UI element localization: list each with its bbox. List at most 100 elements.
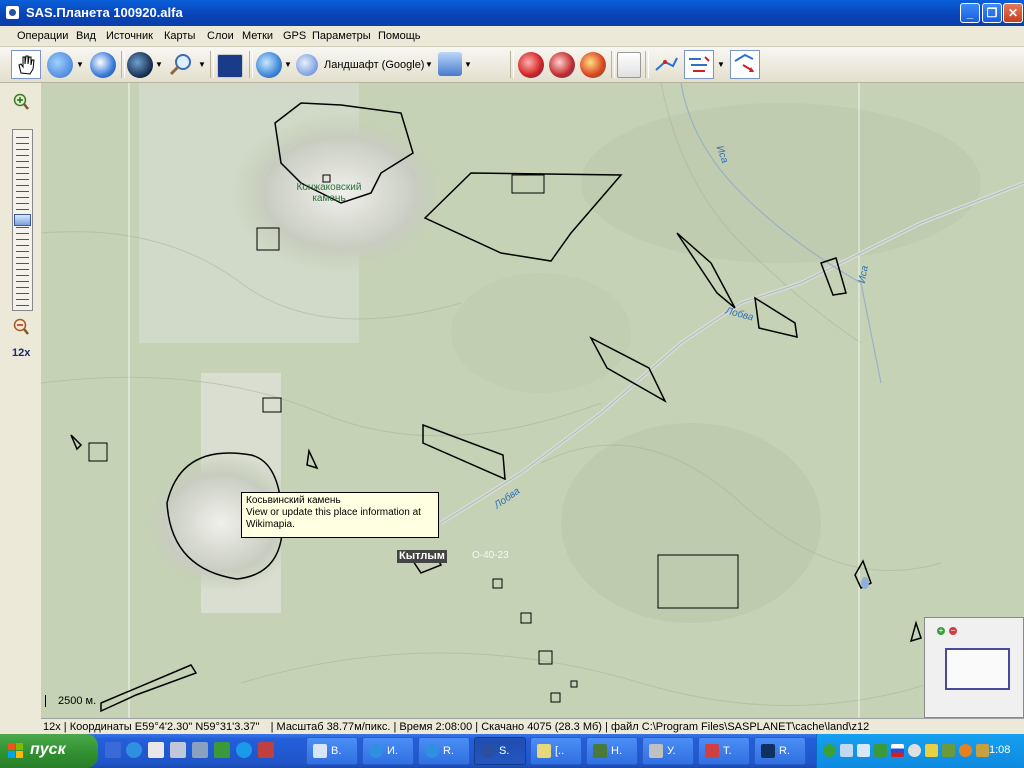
menu-gps[interactable]: GPS	[283, 30, 306, 42]
map-view[interactable]: Конжаковский камень Иса Иса Лобва Лобва …	[41, 83, 1024, 718]
mini-map[interactable]: + −	[924, 617, 1024, 718]
tooltip-line: View or update this place information at	[246, 507, 421, 518]
ie-icon	[425, 744, 439, 758]
map-type-selector[interactable]: Ландшафт (Google)	[324, 59, 424, 71]
chevron-down-icon[interactable]: ▼	[464, 60, 472, 69]
zoom-tool-button[interactable]	[168, 52, 194, 78]
zoom-in-icon[interactable]	[12, 93, 30, 111]
start-button[interactable]: пуск	[0, 734, 98, 768]
quicklaunch-media-icon[interactable]	[258, 742, 274, 758]
quicklaunch-skype-icon[interactable]	[236, 742, 252, 758]
taskbar-item[interactable]: Т.	[698, 737, 750, 765]
quicklaunch-ie-icon[interactable]	[126, 742, 142, 758]
tray-app-icon[interactable]	[942, 744, 955, 757]
map-label-city[interactable]: Кытлым	[397, 550, 447, 563]
route-icon	[689, 56, 710, 72]
status-coords: Координаты E59°4'2.30" N59°31'3.37"	[69, 721, 260, 733]
chevron-down-icon[interactable]: ▼	[425, 60, 433, 69]
map-type-icon	[296, 54, 318, 76]
tray-orange-icon[interactable]	[959, 744, 972, 757]
menu-view[interactable]: Вид	[76, 30, 96, 42]
maximize-button[interactable]: ❐	[982, 3, 1002, 23]
taskbar-item[interactable]: [..	[530, 737, 582, 765]
zoom-panel: 12x	[0, 83, 42, 718]
chevron-down-icon[interactable]: ▼	[717, 60, 725, 69]
menu-maps[interactable]: Карты	[164, 30, 195, 42]
layer-button[interactable]	[127, 52, 153, 78]
menu-operations[interactable]: Операции	[17, 30, 68, 42]
select-area-button[interactable]	[730, 50, 760, 79]
overlay-button[interactable]	[438, 52, 462, 76]
app-icon[interactable]	[6, 6, 19, 19]
taskbar-item[interactable]: R.	[418, 737, 470, 765]
toolbar-separator	[510, 51, 514, 78]
tray-display-icon[interactable]	[857, 744, 870, 757]
title-bar: SAS.Планета 100920.alfa _ ❐ ✕	[0, 0, 1024, 26]
map-grid-label: O-40-23	[472, 550, 509, 561]
minimap-zoom-out-icon[interactable]: −	[949, 627, 957, 635]
taskbar-item-active[interactable]: S.	[474, 737, 526, 765]
taskbar: пуск В. И. R. S. [.. Н. У. Т. R. 1:08	[0, 734, 1024, 768]
mark-point-button[interactable]	[518, 52, 544, 78]
tray-language-icon[interactable]	[891, 744, 904, 757]
chevron-down-icon[interactable]: ▼	[198, 60, 206, 69]
quicklaunch-network-icon[interactable]	[192, 742, 208, 758]
map-source-button[interactable]	[256, 52, 282, 78]
tray-app-icon[interactable]	[976, 744, 989, 757]
close-button[interactable]: ✕	[1003, 3, 1023, 23]
tray-p-icon[interactable]	[874, 744, 887, 757]
route-button[interactable]	[684, 50, 714, 79]
tray-bulb-icon[interactable]	[925, 744, 938, 757]
mark-line-button[interactable]	[549, 52, 575, 78]
taskbar-item[interactable]: Н.	[586, 737, 638, 765]
chevron-down-icon[interactable]: ▼	[76, 60, 84, 69]
tray-network-icon[interactable]	[840, 744, 853, 757]
status-file: файл C:\Program Files\SASPLANET\cache\la…	[610, 721, 870, 733]
tray-check-icon[interactable]	[823, 744, 836, 757]
pan-tool-button[interactable]	[11, 50, 41, 79]
scale-label: 2500 м.	[58, 695, 97, 707]
windows-flag-icon	[8, 743, 23, 758]
wikimapia-tooltip: Косьвинский камень View or update this p…	[241, 492, 439, 538]
menu-layers[interactable]: Слои	[207, 30, 234, 42]
taskbar-item[interactable]: И.	[362, 737, 414, 765]
toolbar-separator	[249, 51, 253, 78]
quicklaunch-p-icon[interactable]	[214, 742, 230, 758]
gps-button[interactable]	[47, 52, 73, 78]
mark-polygon-button[interactable]	[580, 52, 606, 78]
menu-help[interactable]: Помощь	[378, 30, 421, 42]
status-time: Время 2:08:00	[399, 721, 473, 733]
quicklaunch-monitor-icon[interactable]	[170, 742, 186, 758]
fullscreen-button[interactable]	[217, 54, 243, 78]
zoom-slider-thumb[interactable]	[14, 214, 31, 226]
menu-settings[interactable]: Параметры	[312, 30, 371, 42]
chevron-down-icon[interactable]: ▼	[155, 60, 163, 69]
status-downloaded: Скачано 4075 (28.3 Мб)	[481, 721, 602, 733]
taskbar-item[interactable]: У.	[642, 737, 694, 765]
tray-volume-icon[interactable]	[908, 744, 921, 757]
map-label-konzhakovsky[interactable]: Конжаковский камень	[289, 182, 369, 204]
minimap-zoom-in-icon[interactable]: +	[937, 627, 945, 635]
taskbar-item[interactable]: В.	[306, 737, 358, 765]
zoom-out-icon[interactable]	[12, 318, 30, 336]
app-icon	[705, 744, 719, 758]
minimize-button[interactable]: _	[960, 3, 980, 23]
minimap-viewport[interactable]	[945, 648, 1010, 690]
globe-button[interactable]	[90, 52, 116, 78]
quicklaunch-desktop-icon[interactable]	[105, 742, 121, 758]
zoom-slider[interactable]	[12, 129, 33, 311]
quicklaunch-explorer-icon[interactable]	[148, 742, 164, 758]
clock[interactable]: 1:08	[989, 744, 1010, 756]
tooltip-link[interactable]: Wikimapia.	[246, 519, 434, 531]
calc-distance-button[interactable]	[653, 52, 679, 78]
marks-manager-button[interactable]	[617, 52, 641, 78]
chevron-down-icon[interactable]: ▼	[284, 60, 292, 69]
toolbar-separator	[645, 51, 649, 78]
toolbar: ▼ ▼ ▼ ▼ Ландшафт (Google) ▼ ▼ ▼	[0, 47, 1024, 83]
map-terrain	[41, 83, 1024, 718]
zoom-level-label: 12x	[12, 347, 31, 359]
taskbar-item[interactable]: R.	[754, 737, 806, 765]
toolbar-separator	[121, 51, 125, 78]
menu-source[interactable]: Источник	[106, 30, 153, 42]
menu-marks[interactable]: Метки	[242, 30, 273, 42]
